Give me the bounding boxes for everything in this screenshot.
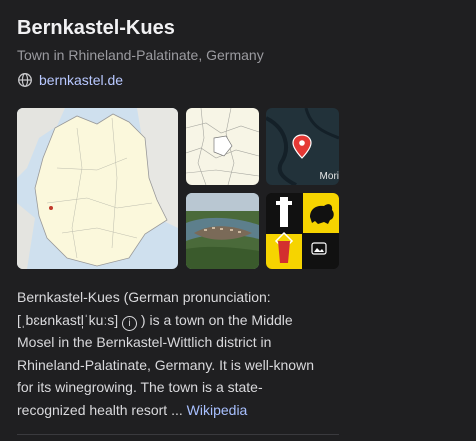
globe-icon [18,73,32,87]
aerial-town-photo[interactable] [186,193,259,269]
map-label: Mori [319,171,339,182]
entity-subtitle: Town in Rhineland-Palatinate, Germany [17,47,264,63]
entity-description: Bernkastel-Kues (German pronunciation: [… [17,286,327,421]
coat-of-arms-image[interactable] [266,193,339,269]
location-map[interactable]: Mori [266,108,339,185]
entity-title: Bernkastel-Kues [17,17,175,39]
info-icon[interactable]: i [122,315,138,331]
district-map-image[interactable] [186,108,259,185]
wikipedia-link[interactable]: Wikipedia [187,402,248,418]
website-label: bernkastel.de [39,72,124,88]
germany-locator-map[interactable] [17,108,178,269]
section-divider [17,434,339,435]
website-link[interactable]: bernkastel.de [17,72,123,88]
